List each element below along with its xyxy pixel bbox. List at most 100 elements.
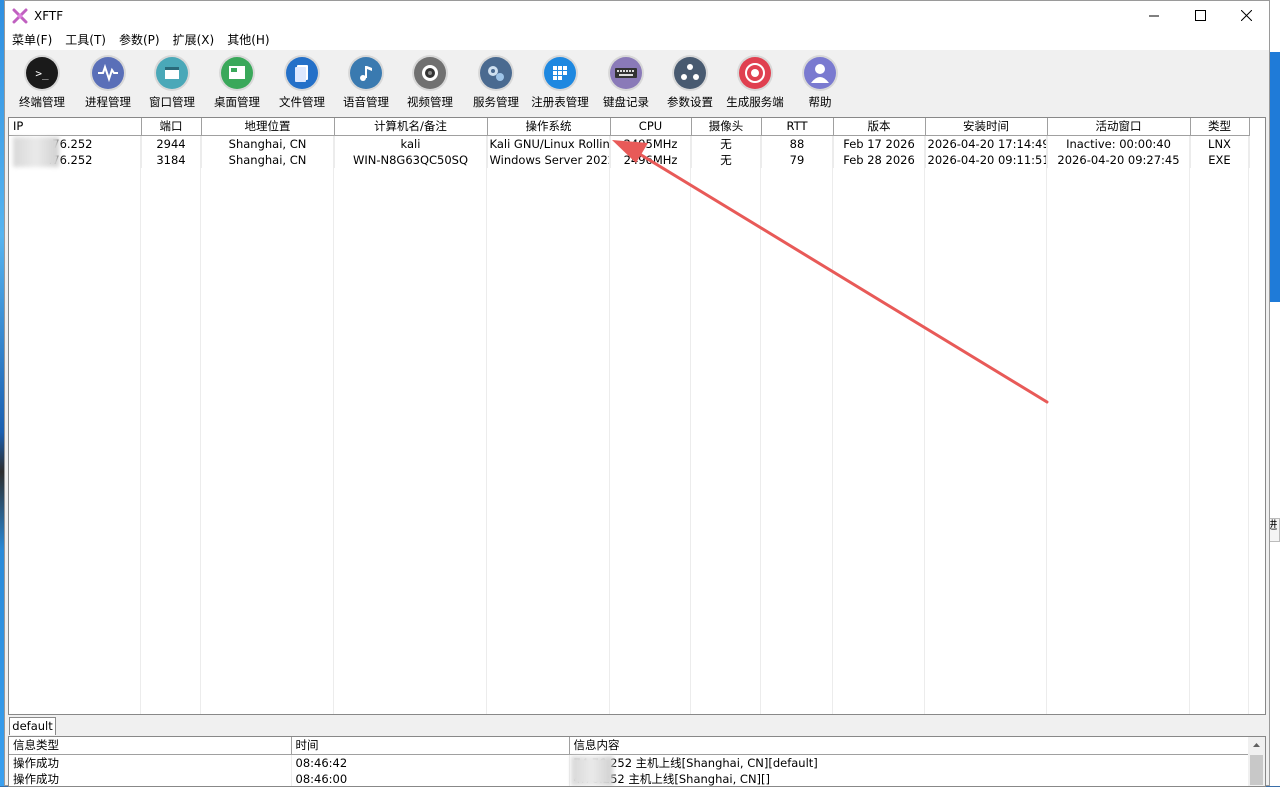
table-cell: 2026-04-20 09:11:51 [925, 151, 1048, 168]
log-panel[interactable]: 信息类型 时间 信息内容 操作成功 08:46:42 74.76.252 主机上线[Sh… [8, 736, 1266, 787]
table-grid [140, 136, 1249, 714]
log-cell: 08:46:00 [291, 770, 570, 786]
table-cell: 无 [691, 135, 762, 152]
table-cell: Windows Server 2022 [487, 151, 611, 168]
music-icon [350, 57, 382, 89]
gears-icon [480, 57, 512, 89]
toolbar-settings-dots-button[interactable]: 参数设置 [657, 55, 723, 113]
settings-dots-icon [674, 57, 706, 89]
table-cell: Feb 28 2026 [833, 151, 926, 168]
toolbar-label: 窗口管理 [149, 95, 195, 109]
keyboard-icon [610, 57, 642, 89]
table-cell: 2495MHz [610, 135, 692, 152]
minimize-button[interactable] [1131, 1, 1177, 30]
toolbar-label: 文件管理 [279, 95, 325, 109]
log-scrollbar[interactable] [1248, 737, 1265, 786]
table-cell: 88 [761, 135, 834, 152]
toolbar-terminal-button[interactable]: >_ 终端管理 [9, 55, 75, 113]
column-header[interactable]: 地理位置 [201, 118, 335, 136]
menu-extend[interactable]: 扩展(X) [166, 30, 221, 50]
toolbar-label: 语音管理 [343, 95, 389, 109]
table-row[interactable]: 76.252 2944 Shanghai, CN kali Kali GNU/Linux… [9, 135, 1250, 152]
tab-default[interactable]: default [9, 717, 56, 735]
log-column-header[interactable]: 时间 [291, 737, 570, 755]
toolbar-music-button[interactable]: 语音管理 [333, 55, 399, 113]
maximize-button[interactable] [1177, 1, 1223, 30]
table-header: IP 端口 地理位置 计算机名/备注 操作系统 CPU 摄像头 RTT 版本 安装时间 活动窗口 类型 [9, 118, 1250, 136]
toolbar-label: 注册表管理 [531, 95, 589, 109]
toolbar-camera-button[interactable]: 视频管理 [397, 55, 463, 113]
close-icon [1240, 10, 1252, 21]
table-cell: EXE [1190, 151, 1250, 168]
table-cell: Shanghai, CN [201, 151, 335, 168]
title-bar[interactable]: XFTF [5, 1, 1269, 30]
column-header[interactable]: 操作系统 [487, 118, 611, 136]
table-cell: 无 [691, 151, 762, 168]
menu-params[interactable]: 参数(P) [112, 30, 166, 50]
column-header[interactable]: CPU [610, 118, 692, 136]
toolbar-waveform-button[interactable]: 进程管理 [75, 55, 141, 113]
column-header[interactable]: 端口 [141, 118, 202, 136]
log-column-header[interactable]: 信息内容 [569, 737, 1250, 755]
table-row[interactable]: .76.252 3184 Shanghai, CN WIN-N8G63QC50SQ Wi… [9, 151, 1250, 168]
column-header[interactable]: 类型 [1190, 118, 1250, 136]
app-logo-icon [12, 8, 28, 23]
host-table[interactable]: IP 端口 地理位置 计算机名/备注 操作系统 CPU 摄像头 RTT 版本 安装时间 活动窗口 类型… [8, 117, 1266, 715]
table-cell: Kali GNU/Linux Rolling [487, 135, 611, 152]
toolbar-grid-button[interactable]: 注册表管理 [527, 55, 593, 113]
column-header[interactable]: 计算机名/备注 [334, 118, 488, 136]
menu-file[interactable]: 菜单(F) [5, 30, 58, 50]
menu-bar: 菜单(F) 工具(T) 参数(P) 扩展(X) 其他(H) [5, 30, 1269, 50]
toolbar-label: 键盘记录 [603, 95, 649, 109]
window-title: XFTF [34, 8, 64, 23]
column-header[interactable]: IP [9, 118, 142, 136]
toolbar-label: 终端管理 [19, 95, 65, 109]
terminal-icon: >_ [26, 57, 58, 89]
log-column-header[interactable]: 信息类型 [9, 737, 292, 755]
menu-tools[interactable]: 工具(T) [58, 30, 112, 50]
toolbar-target-button[interactable]: 生成服务端 [722, 55, 788, 113]
group-tab-bar: default [8, 715, 1266, 735]
log-cell: 操作成功 [9, 754, 292, 771]
waveform-icon [92, 57, 124, 89]
toolbar-label: 参数设置 [667, 95, 713, 109]
toolbar-desktop-button[interactable]: 桌面管理 [204, 55, 270, 113]
toolbar-file-button[interactable]: 文件管理 [269, 55, 335, 113]
close-button[interactable] [1223, 1, 1269, 30]
toolbar-keyboard-button[interactable]: 键盘记录 [593, 55, 659, 113]
table-cell: 2944 [141, 135, 202, 152]
toolbar-user-button[interactable]: 帮助 [787, 55, 853, 113]
toolbar-label: 帮助 [808, 95, 832, 109]
column-header[interactable]: 活动窗口 [1047, 118, 1191, 136]
table-cell: WIN-N8G63QC50SQ [334, 151, 488, 168]
svg-text:>_: >_ [35, 67, 49, 80]
column-header[interactable]: 摄像头 [691, 118, 762, 136]
table-cell: Shanghai, CN [201, 135, 335, 152]
log-cell: 74.76.252 主机上线[Shanghai, CN][default] [569, 754, 1250, 771]
menu-other[interactable]: 其他(H) [220, 30, 275, 50]
table-cell: 2026-04-20 17:14:49 [925, 135, 1048, 152]
grid-icon [544, 57, 576, 89]
minimize-icon [1148, 15, 1159, 17]
user-icon [804, 57, 836, 89]
target-icon [739, 57, 771, 89]
toolbar: >_ 终端管理 进程管理 窗口管理 桌面管理 文件管理 语音管理 视频管理 服务管理 注册表管理键… [5, 51, 1269, 115]
column-header[interactable]: 安装时间 [925, 118, 1048, 136]
toolbar-gears-button[interactable]: 服务管理 [463, 55, 529, 113]
toolbar-label: 视频管理 [407, 95, 453, 109]
log-cell: 操作成功 [9, 770, 292, 786]
column-header[interactable]: 版本 [833, 118, 926, 136]
log-row[interactable]: 操作成功 08:46:42 74.76.252 主机上线[Shanghai, CN]… [9, 754, 1250, 771]
toolbar-label: 桌面管理 [214, 95, 260, 109]
maximize-icon [1194, 10, 1206, 21]
redacted-log-blur [571, 756, 613, 786]
column-header[interactable]: RTT [761, 118, 834, 136]
log-row[interactable]: 操作成功 08:46:00 4.76.252 主机上线[Shanghai, CN][… [9, 770, 1250, 786]
toolbar-label: 服务管理 [473, 95, 519, 109]
table-cell: 2496MHz [610, 151, 692, 168]
toolbar-window-button[interactable]: 窗口管理 [139, 55, 205, 113]
table-cell: 79 [761, 151, 834, 168]
table-cell: Inactive: 00:00:40 [1047, 135, 1191, 152]
table-cell: kali [334, 135, 488, 152]
table-cell: LNX [1190, 135, 1250, 152]
